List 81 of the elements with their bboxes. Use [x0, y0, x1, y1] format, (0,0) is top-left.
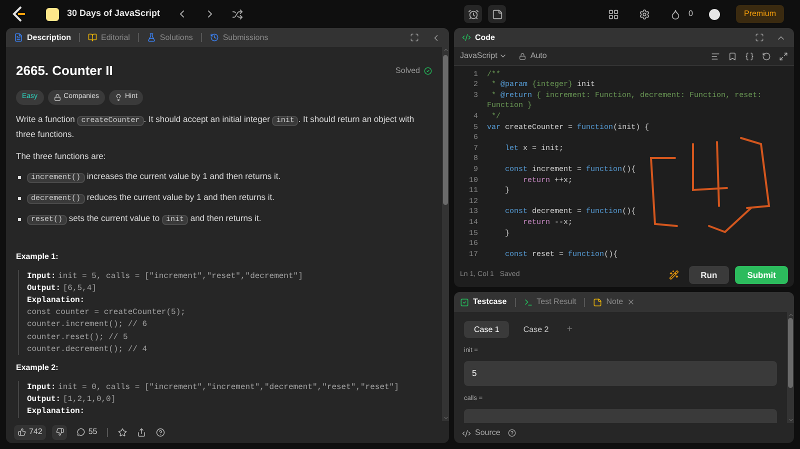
flask-icon [146, 33, 156, 42]
shuffle-icon[interactable] [232, 8, 244, 20]
lightbulb-icon [114, 94, 122, 100]
problem-title: 2665. Counter II [16, 62, 113, 80]
panel-title: Code [475, 32, 495, 44]
source-link[interactable]: Source [475, 427, 500, 439]
close-icon[interactable] [627, 298, 636, 306]
lock-icon [519, 52, 526, 60]
braces-icon[interactable] [745, 52, 754, 60]
example-code: counter.decrement(); // 4 [27, 344, 148, 354]
example-code: init = 0, calls = ["increment","increment","decrement","reset","reset"] [58, 382, 399, 392]
check-icon [424, 66, 432, 75]
example-label: Input: [27, 382, 56, 392]
description-paragraph: The three functions are: [16, 150, 107, 162]
history-icon [210, 33, 219, 42]
code-icon [462, 428, 471, 438]
logo-icon[interactable] [12, 6, 26, 22]
example-label: Input: [27, 272, 56, 280]
panel-tab[interactable]: Submissions [222, 32, 268, 44]
alarm-clock-icon [468, 8, 479, 20]
terminal-icon [524, 298, 533, 306]
language-dropdown[interactable]: JavaScript [460, 50, 508, 62]
note-icon [492, 8, 503, 20]
example-label: Explanation: [27, 296, 85, 305]
help-icon[interactable] [508, 429, 516, 437]
premium-button[interactable]: Premium [736, 5, 784, 23]
share-icon[interactable] [137, 428, 146, 436]
example-code: const counter = createCounter(5); [27, 308, 186, 318]
study-plan-icon [46, 8, 59, 20]
run-button[interactable]: Run [688, 266, 730, 284]
book-icon [88, 33, 98, 42]
help-icon[interactable] [156, 428, 166, 436]
fullscreen-icon[interactable] [755, 33, 764, 42]
mode-label: Auto [530, 50, 547, 62]
chevron-down-icon [499, 52, 508, 60]
panel-tab[interactable]: Editorial [101, 32, 130, 44]
star-icon[interactable] [118, 428, 128, 436]
panel-tab[interactable]: Solutions [160, 32, 193, 44]
thumbs-down-icon [56, 428, 64, 436]
bookmark-icon[interactable] [728, 52, 737, 60]
document-icon [14, 33, 23, 42]
lock-icon [54, 94, 61, 100]
drop-icon [670, 8, 681, 20]
panel-tab[interactable]: Description [27, 32, 72, 44]
grid-icon[interactable] [608, 8, 619, 20]
example-code: init = 5, calls = ["increment","reset","decrement"] [58, 272, 303, 280]
settings-icon[interactable] [638, 8, 650, 20]
panel-tab[interactable]: Test Result [536, 296, 576, 308]
timer-button[interactable] [464, 5, 482, 23]
study-plan-title[interactable]: 30 Days of JavaScript [67, 7, 160, 21]
fullscreen-icon[interactable] [410, 33, 419, 42]
case-tab[interactable]: Case 1 [464, 321, 510, 338]
example-code: counter.increment(); // 6 [27, 320, 148, 330]
format-icon[interactable] [711, 52, 720, 60]
panel-tab[interactable]: Testcase [473, 296, 507, 308]
code-icon [462, 33, 471, 42]
comment-icon [77, 428, 86, 436]
example-heading: Example 1: [16, 250, 60, 262]
example-code: [1,2,1,0,0] [62, 395, 116, 404]
streak-count: 0 [688, 8, 693, 20]
wand-icon[interactable] [668, 270, 679, 280]
checkbox-icon [460, 298, 469, 306]
notes-button[interactable] [488, 5, 506, 23]
expand-icon[interactable] [779, 52, 788, 60]
example-code: [6,5,4] [62, 284, 96, 293]
case-tab[interactable]: Case 2 [513, 321, 559, 338]
example-heading: Example 2: [16, 362, 60, 374]
reset-icon[interactable] [762, 52, 771, 60]
solved-label: Solved [396, 64, 420, 77]
example-code: counter.reset(); // 5 [27, 332, 128, 342]
comments-button[interactable]: 55 [73, 424, 102, 440]
example-label: Explanation: [27, 407, 85, 416]
panel-tab[interactable]: Note [606, 296, 624, 308]
like-button[interactable]: 742 [14, 424, 46, 440]
note-icon [593, 298, 602, 306]
avatar[interactable] [708, 8, 720, 20]
dislike-button[interactable] [52, 424, 68, 440]
thumbs-up-icon [18, 428, 26, 436]
input-field[interactable]: 5 [464, 360, 777, 386]
example-label: Output: [27, 395, 61, 404]
example-label: Output: [27, 284, 61, 293]
